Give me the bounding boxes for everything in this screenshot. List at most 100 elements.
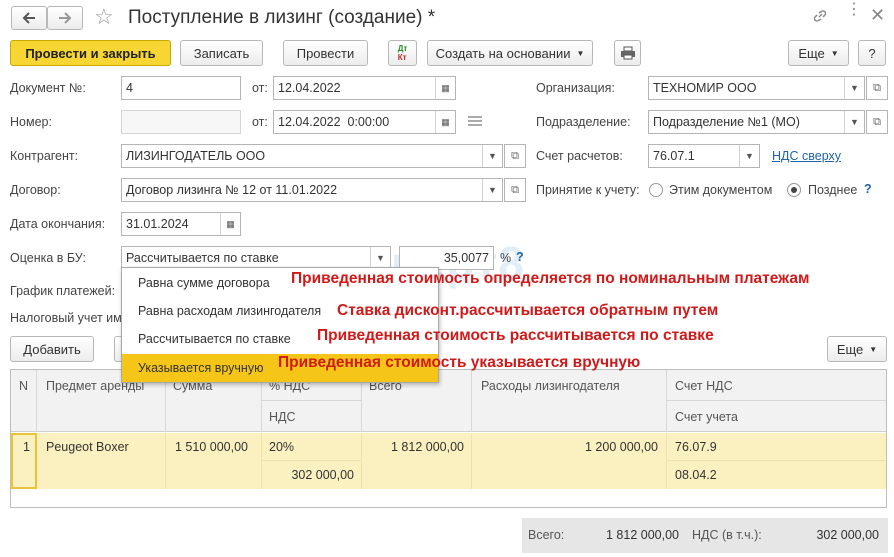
cell-n[interactable]: 1 (23, 440, 30, 454)
contract-field[interactable]: Договор лизинга № 12 от 11.01.2022 ▼ (121, 178, 503, 202)
doc-date-value: 12.04.2022 (278, 81, 341, 95)
schedule-label: График платежей: (10, 284, 116, 298)
number-date-label: от: (252, 115, 268, 129)
cell-vat-rate[interactable]: 20% (269, 440, 294, 454)
account-value: 76.07.1 (653, 149, 695, 163)
col-divider (361, 433, 362, 489)
create-based-on-button[interactable]: Создать на основании ▼ (427, 40, 593, 66)
col-divider (261, 433, 262, 489)
col-divider (165, 433, 166, 489)
open-counterparty-button[interactable]: ⧉ (504, 144, 526, 168)
chevron-down-icon[interactable]: ▼ (844, 111, 864, 133)
totals-bar: Всего: 1 812 000,00 НДС (в т.ч.): 302 00… (522, 518, 888, 553)
end-date-value: 31.01.2024 (126, 217, 189, 231)
cell-vat-account[interactable]: 76.07.9 (675, 440, 717, 454)
cell-account[interactable]: 08.04.2 (675, 468, 717, 482)
radio-this-doc[interactable] (649, 183, 663, 197)
counterparty-label: Контрагент: (10, 149, 79, 163)
print-button[interactable] (614, 40, 641, 66)
open-icon: ⧉ (873, 81, 881, 94)
col-header-n[interactable]: N (19, 379, 28, 393)
chevron-down-icon: ▼ (830, 48, 839, 58)
chevron-down-icon: ▼ (576, 48, 585, 58)
close-icon[interactable]: ✕ (870, 5, 885, 26)
account-field[interactable]: 76.07.1 ▼ (648, 144, 760, 168)
doc-no-label: Документ №: (10, 81, 86, 95)
dt-kt-button[interactable]: Дт Кт (388, 40, 417, 66)
radio-later-label[interactable]: Позднее (808, 183, 857, 197)
forward-button[interactable] (47, 6, 83, 30)
cell-total[interactable]: 1 812 000,00 (391, 440, 464, 454)
col-header-account[interactable]: Счет учета (675, 410, 738, 424)
col-divider (666, 433, 667, 489)
end-date-field[interactable]: 31.01.2024 ▦ (121, 212, 241, 236)
counterparty-field[interactable]: ЛИЗИНГОДАТЕЛЬ ООО ▼ (121, 144, 503, 168)
chevron-down-icon[interactable]: ▼ (844, 77, 864, 99)
col-header-vat[interactable]: НДС (269, 410, 296, 424)
table-row[interactable]: 1 Peugeot Boxer 1 510 000,00 20% 302 000… (11, 433, 886, 489)
valuation-value: Рассчитывается по ставке (126, 251, 279, 265)
radio-dot (791, 187, 797, 193)
table-more-button[interactable]: Еще ▼ (827, 336, 887, 362)
help-icon[interactable]: ? (864, 182, 872, 196)
col-divider (666, 370, 667, 432)
total-label: Всего: (528, 528, 565, 542)
more-button[interactable]: Еще ▼ (788, 40, 849, 66)
annotation-nominal: Приведенная стоимость определяется по но… (291, 270, 810, 287)
add-row-button[interactable]: Добавить (10, 336, 94, 362)
dept-field[interactable]: Подразделение №1 (МО) ▼ (648, 110, 865, 134)
radio-this-doc-label[interactable]: Этим документом (669, 183, 772, 197)
col-header-lessor-exp[interactable]: Расходы лизингодателя (481, 379, 620, 393)
save-button[interactable]: Записать (180, 40, 263, 66)
vat-on-top-link[interactable]: НДС сверху (772, 149, 841, 163)
chevron-down-icon[interactable]: ▼ (370, 247, 390, 269)
help-icon[interactable]: ? (516, 250, 524, 264)
org-field[interactable]: ТЕХНОМИР ООО ▼ (648, 76, 865, 100)
open-org-button[interactable]: ⧉ (866, 76, 888, 100)
link-icon[interactable] (812, 8, 828, 27)
open-contract-button[interactable]: ⧉ (504, 178, 526, 202)
number-field[interactable] (121, 110, 241, 134)
row-mid-line (666, 460, 886, 461)
contract-label: Договор: (10, 183, 61, 197)
account-label: Счет расчетов: (536, 149, 623, 163)
post-and-close-button[interactable]: Провести и закрыть (10, 40, 171, 66)
doc-no-field[interactable]: 4 (121, 76, 241, 100)
number-label: Номер: (10, 115, 52, 129)
valuation-label: Оценка в БУ: (10, 251, 86, 265)
arrow-left-icon (22, 12, 35, 24)
cell-sum[interactable]: 1 510 000,00 (175, 440, 248, 454)
dept-value: Подразделение №1 (МО) (653, 115, 800, 129)
doc-date-field[interactable]: 12.04.2022 ▦ (273, 76, 456, 100)
total-value: 1 812 000,00 (606, 528, 679, 542)
calendar-icon[interactable]: ▦ (435, 111, 455, 133)
chevron-down-icon[interactable]: ▼ (482, 145, 502, 167)
chevron-down-icon[interactable]: ▼ (739, 145, 759, 167)
open-dept-button[interactable]: ⧉ (866, 110, 888, 134)
calendar-icon[interactable]: ▦ (435, 77, 455, 99)
cell-lessor-exp[interactable]: 1 200 000,00 (585, 440, 658, 454)
help-button[interactable]: ? (858, 40, 886, 66)
cell-item[interactable]: Peugeot Boxer (46, 440, 129, 454)
counterparty-value: ЛИЗИНГОДАТЕЛЬ ООО (126, 149, 266, 163)
doc-no-value: 4 (126, 81, 133, 95)
percent-label: % (500, 251, 512, 265)
back-button[interactable] (11, 6, 47, 30)
comment-icon[interactable] (468, 116, 482, 126)
chevron-down-icon[interactable]: ▼ (482, 179, 502, 201)
contract-value: Договор лизинга № 12 от 11.01.2022 (126, 183, 338, 197)
vat-total-value: 302 000,00 (816, 528, 879, 542)
header-divider (666, 400, 886, 401)
number-date-field[interactable]: 12.04.2022 0:00:00 ▦ (273, 110, 456, 134)
rate-value: 35,0077 (443, 251, 489, 265)
star-icon[interactable]: ☆ (94, 4, 114, 30)
col-header-vat-account[interactable]: Счет НДС (675, 379, 733, 393)
post-button[interactable]: Провести (283, 40, 368, 66)
cell-vat[interactable]: 302 000,00 (291, 468, 354, 482)
tax-label: Налоговый учет им (10, 311, 122, 325)
org-label: Организация: (536, 81, 615, 95)
menu-dots-icon[interactable]: ⋮ (846, 2, 862, 18)
radio-later[interactable] (787, 183, 801, 197)
calendar-icon[interactable]: ▦ (220, 213, 240, 235)
header-divider (261, 400, 361, 401)
